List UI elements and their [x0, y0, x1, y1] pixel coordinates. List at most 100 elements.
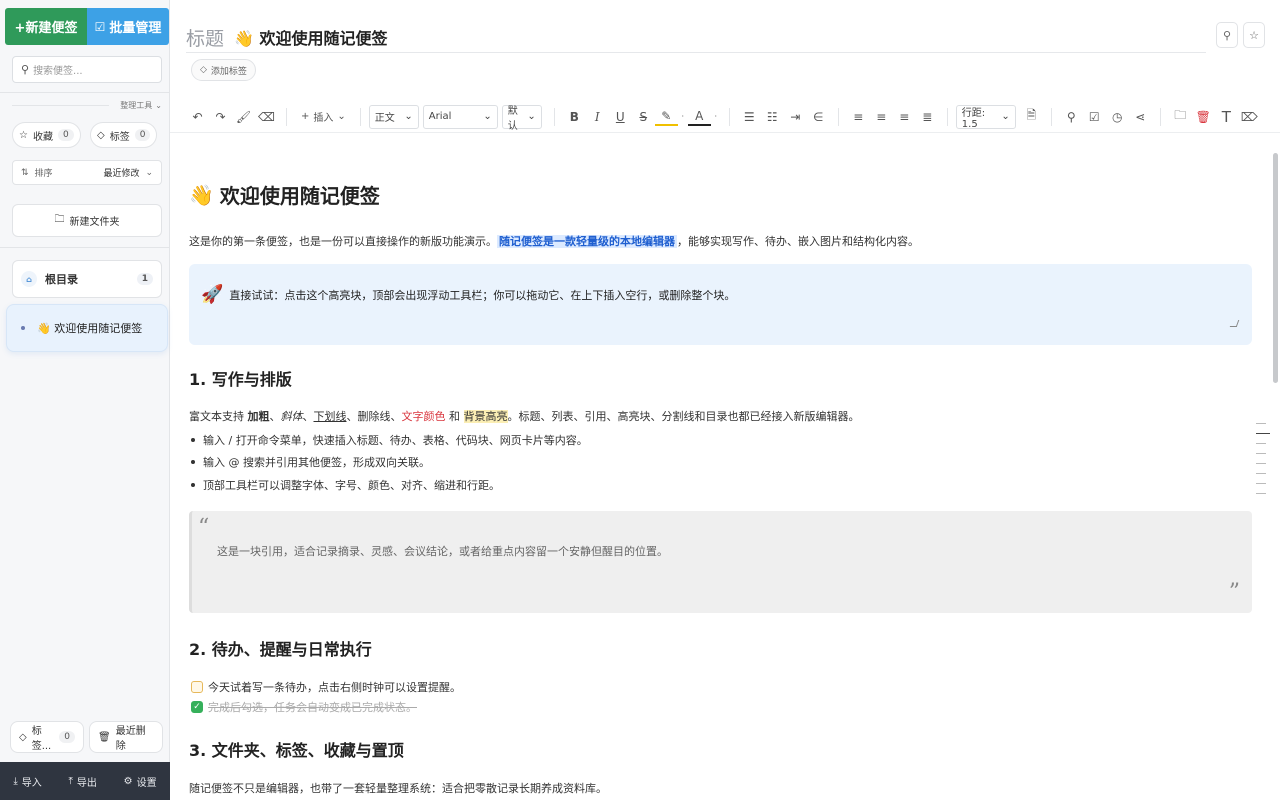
font-select[interactable]: Arial ⌄	[422, 104, 498, 129]
outline-tick[interactable]	[1256, 453, 1266, 454]
upload-icon: ⤒	[68, 775, 73, 787]
list-item: 顶部工具栏可以调整字体、字号、颜色、对齐、缩进和行距。	[191, 477, 500, 493]
import-button[interactable]: ⤓ 导入	[13, 774, 41, 789]
chevron-down-icon: ⌄	[145, 167, 153, 178]
import-label: 导入	[21, 777, 42, 789]
size-select[interactable]: 默认 ⌄	[501, 104, 542, 132]
share-icon[interactable]: ⋖	[1129, 105, 1152, 129]
text-color-icon[interactable]: A	[687, 108, 711, 126]
italic-icon[interactable]: I	[586, 105, 609, 129]
chevron-down-icon: ⌄	[1001, 111, 1010, 122]
bullet-list-icon[interactable]: ☰	[738, 105, 761, 129]
line-height-select[interactable]: 行距: 1.5 ⌄	[955, 104, 1016, 130]
search-icon[interactable]: ⚲	[1060, 105, 1083, 129]
callout-block[interactable]: 🚀 直接试试：点击这个高亮块，顶部会出现浮动工具栏；你可以拖动它、在上下插入空行…	[189, 264, 1252, 345]
strikethrough-icon[interactable]: S	[632, 105, 655, 129]
wave-emoji: 👋	[189, 182, 214, 207]
outline-tick[interactable]	[1256, 493, 1266, 494]
clear-format-icon[interactable]: ⌦	[1238, 105, 1261, 129]
highlight-color-icon[interactable]: ✎	[654, 108, 678, 126]
note-list-item[interactable]: 👋 欢迎使用随记便签	[6, 304, 168, 352]
undo-icon[interactable]: ↶	[186, 105, 209, 129]
numbered-list-icon[interactable]: ☷	[761, 105, 784, 129]
callout-text: 直接试试：点击这个高亮块，顶部会出现浮动工具栏；你可以拖动它、在上下插入空行，或…	[229, 288, 736, 302]
bg-highlight-text: 背景高亮	[463, 410, 508, 423]
new-folder-button[interactable]: 🗀 新建文件夹	[12, 204, 162, 237]
checkbox-icon: ☑	[94, 19, 106, 34]
clock-icon[interactable]: ◷	[1106, 105, 1129, 129]
section-heading: 2. 待办、提醒与日常执行	[189, 640, 372, 659]
underline-icon[interactable]: U	[609, 105, 632, 129]
add-tag-button[interactable]: ◇ 添加标签	[191, 59, 256, 81]
batch-manage-button[interactable]: ☑ 批量管理	[87, 8, 169, 45]
outline-minimap[interactable]	[1256, 423, 1270, 494]
insert-button[interactable]: + 插入 ⌄	[295, 105, 352, 129]
checkbox[interactable]	[191, 681, 203, 693]
outline-tick[interactable]	[1256, 483, 1266, 484]
tools-toggle[interactable]: 整理工具 ⌄	[12, 98, 162, 112]
search-input[interactable]: ⚲ 搜索便签...	[12, 56, 162, 83]
divider-line	[12, 104, 110, 106]
add-tag-label: 添加标签	[210, 66, 247, 77]
outline-tick[interactable]	[1256, 423, 1266, 424]
favorites-count: 0	[57, 129, 74, 141]
section-heading: 1. 写作与排版	[189, 370, 292, 389]
eraser-icon[interactable]: ⌫	[255, 105, 278, 129]
document-body[interactable]: 👋 欢迎使用随记便签 这是你的第一条便签，也是一份可以直接操作的新版功能演示。随…	[170, 140, 1270, 800]
app-window: +新建便签 ☑ 批量管理 ⚲ 搜索便签... 整理工具 ⌄ ☆ 收藏 0 ◇ 标…	[0, 0, 1280, 800]
sort-select[interactable]: ⇅ 排序 最近修改 ⌄	[12, 160, 162, 185]
title-input[interactable]: 👋 欢迎使用随记便签	[234, 25, 388, 49]
folder-count: 1	[136, 273, 153, 285]
tags-chip[interactable]: ◇ 标签 0	[90, 122, 158, 148]
paragraph-select[interactable]: 正文 ⌄	[368, 104, 419, 129]
resize-handle[interactable]	[1229, 320, 1240, 327]
move-folder-icon[interactable]: 🗀	[1169, 105, 1192, 129]
outline-tick[interactable]	[1256, 443, 1266, 444]
doc-heading-text: 欢迎使用随记便签	[219, 184, 380, 208]
sort-value: 最近修改	[103, 169, 140, 179]
text: 、	[269, 410, 281, 423]
favorite-button[interactable]: ☆	[1243, 22, 1265, 48]
outline-tick-active[interactable]	[1256, 433, 1270, 434]
folder-plus-icon: 🗀	[54, 214, 65, 225]
align-justify-icon[interactable]: ≣	[916, 105, 939, 129]
recently-deleted-label: 最近删除	[115, 726, 146, 752]
rocket-emoji: 🚀	[201, 284, 224, 305]
toolbar-separator	[946, 107, 948, 126]
divider	[0, 247, 170, 248]
bold-icon[interactable]: B	[563, 105, 586, 129]
todo-item[interactable]: 今天试着写一条待办，点击右侧时钟可以设置提醒。	[191, 679, 461, 695]
todo-text-done: 完成后勾选，任务会自动变成已完成状态。	[208, 701, 417, 714]
chevron-down-icon[interactable]: ·	[678, 105, 688, 129]
text: 、	[302, 410, 314, 423]
delete-icon[interactable]: 🗑	[1192, 105, 1215, 129]
align-center-icon[interactable]: ≡	[870, 105, 893, 129]
outline-tick[interactable]	[1256, 473, 1266, 474]
recently-deleted-button[interactable]: 🗑 最近删除	[89, 721, 163, 753]
folder-root[interactable]: ⌂ 根目录 1	[12, 260, 162, 298]
todo-item[interactable]: ✓ 完成后勾选，任务会自动变成已完成状态。	[191, 699, 417, 715]
outline-tick[interactable]	[1256, 463, 1266, 464]
favorites-chip[interactable]: ☆ 收藏 0	[12, 122, 81, 148]
document-icon[interactable]: 🗎	[1020, 105, 1043, 129]
text-style-icon[interactable]: T	[1215, 105, 1238, 129]
checklist-icon[interactable]: ☑	[1083, 105, 1106, 129]
settings-button[interactable]: ⚙ 设置	[124, 774, 157, 789]
pin-button[interactable]: ⚲	[1216, 22, 1238, 48]
checkbox-checked[interactable]: ✓	[191, 701, 203, 713]
bottom-tags-count: 0	[59, 731, 75, 743]
export-button[interactable]: ⤒ 导出	[69, 774, 97, 789]
scrollbar[interactable]	[1273, 153, 1278, 383]
quote-block[interactable]: “ 这是一块引用，适合记录摘录、灵感、会议结论，或者给重点内容留一个安静但醒目的…	[189, 511, 1252, 613]
format-painter-icon[interactable]: 🖌	[232, 105, 255, 129]
new-note-button[interactable]: +新建便签	[5, 8, 87, 45]
home-icon: ⌂	[21, 271, 37, 287]
underline-text: 下划线	[313, 410, 347, 423]
indent-icon[interactable]: ⇥	[784, 105, 807, 129]
redo-icon[interactable]: ↷	[209, 105, 232, 129]
align-left-icon[interactable]: ≡	[847, 105, 870, 129]
outdent-icon[interactable]: ∈	[807, 105, 830, 129]
bottom-tags-button[interactable]: ◇ 标签... 0	[10, 721, 84, 753]
chevron-down-icon[interactable]: ·	[711, 105, 721, 129]
align-right-icon[interactable]: ≡	[893, 105, 916, 129]
